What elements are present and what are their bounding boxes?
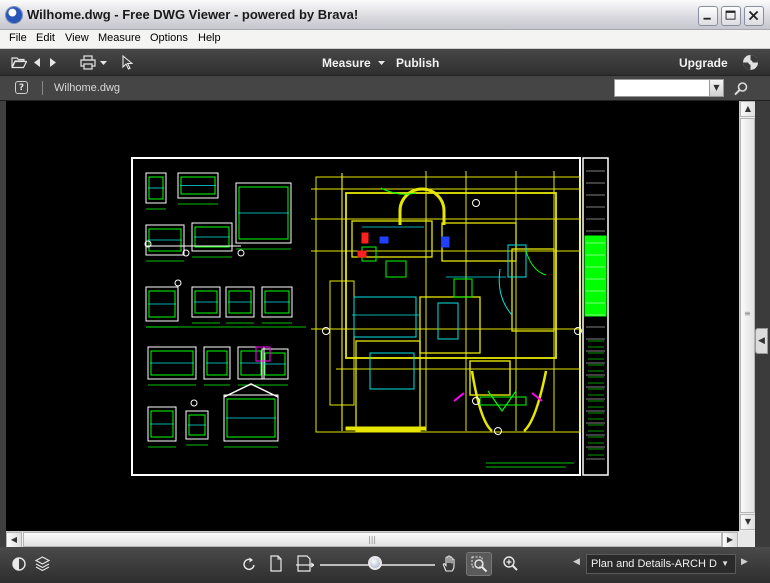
fixture xyxy=(453,278,473,298)
scroll-up-button[interactable]: ▲ xyxy=(740,101,756,117)
maximize-button[interactable] xyxy=(721,6,741,26)
measure-dropdown-icon[interactable] xyxy=(378,61,385,65)
fit-width-icon[interactable] xyxy=(296,555,314,572)
fixture-accent xyxy=(357,250,367,258)
document-bar: ? Wilhome.dwg ▼ xyxy=(0,76,770,101)
interior-line xyxy=(437,302,459,340)
measure-menu-button[interactable]: Measure xyxy=(322,56,371,70)
wall xyxy=(345,426,427,431)
room xyxy=(441,222,517,262)
fixture-accent xyxy=(441,236,450,248)
forward-icon[interactable] xyxy=(49,58,56,67)
previous-layout-button[interactable]: ◀ xyxy=(573,557,580,567)
section-marker xyxy=(237,249,245,257)
upgrade-button[interactable]: Upgrade xyxy=(679,56,728,70)
layout-select[interactable]: Plan and Details-ARCH D ▼ xyxy=(586,554,736,574)
title-bar[interactable]: Wilhome.dwg - Free DWG Viewer - powered … xyxy=(0,0,770,30)
search-icon[interactable] xyxy=(733,81,749,97)
contrast-icon[interactable] xyxy=(12,557,26,571)
room xyxy=(511,248,555,332)
menu-file[interactable]: File xyxy=(9,32,27,44)
search-input[interactable] xyxy=(614,79,710,97)
menu-bar: File Edit View Measure Options Help xyxy=(0,30,770,49)
porch-roof xyxy=(487,390,517,413)
minimize-icon xyxy=(703,17,711,20)
fixture-accent xyxy=(361,232,369,244)
search-dropdown-button[interactable]: ▼ xyxy=(709,79,724,97)
porch-step xyxy=(479,396,527,406)
page-icon[interactable] xyxy=(270,555,282,572)
next-layout-button[interactable]: ▶ xyxy=(741,557,748,567)
section-marker xyxy=(174,279,182,287)
side-panel-toggle[interactable]: ◀ xyxy=(755,328,768,354)
menu-edit[interactable]: Edit xyxy=(36,32,55,44)
back-icon[interactable] xyxy=(34,58,41,67)
wall xyxy=(345,192,557,359)
stair-curve xyxy=(498,268,513,316)
open-folder-icon[interactable] xyxy=(11,56,27,69)
zoom-slider-thumb[interactable] xyxy=(368,556,382,570)
fixture xyxy=(385,260,407,278)
menu-options[interactable]: Options xyxy=(150,32,188,44)
close-button[interactable] xyxy=(744,6,764,26)
print-dropdown-icon[interactable] xyxy=(100,61,107,65)
zoom-in-icon[interactable] xyxy=(502,555,518,572)
side-panel-strip xyxy=(755,101,770,547)
print-icon[interactable] xyxy=(80,55,96,70)
app-window: Wilhome.dwg - Free DWG Viewer - powered … xyxy=(0,0,770,583)
section-marker xyxy=(190,399,198,407)
document-tab-name[interactable]: Wilhome.dwg xyxy=(54,82,120,94)
rotate-icon[interactable] xyxy=(242,556,257,572)
zoom-window-button[interactable] xyxy=(466,552,492,576)
horizontal-scroll-thumb[interactable]: ||| xyxy=(23,532,722,547)
zoom-window-icon xyxy=(471,556,488,573)
thumb-grip: ≡ xyxy=(744,309,751,318)
close-icon xyxy=(748,10,759,21)
chevron-down-icon: ▼ xyxy=(721,559,729,568)
app-icon[interactable] xyxy=(6,7,22,23)
main-toolbar: Measure Publish Upgrade xyxy=(0,49,770,76)
menu-help[interactable]: Help xyxy=(198,32,221,44)
cad-drawing xyxy=(131,157,609,476)
scroll-down-button[interactable]: ▼ xyxy=(740,514,756,530)
grid-bubble xyxy=(472,199,480,207)
drawing-canvas[interactable] xyxy=(6,101,739,531)
publish-button[interactable]: Publish xyxy=(396,56,439,70)
fixture-accent xyxy=(379,236,389,244)
layout-select-value: Plan and Details-ARCH D xyxy=(591,558,717,570)
pan-hand-icon[interactable] xyxy=(442,555,457,573)
room xyxy=(419,296,481,354)
menu-measure[interactable]: Measure xyxy=(98,32,141,44)
scroll-corner xyxy=(739,531,755,547)
menu-view[interactable]: View xyxy=(65,32,89,44)
vertical-scrollbar[interactable]: ▲ ≡ ▼ xyxy=(739,101,756,531)
bottom-toolbar: ◀ Plan and Details-ARCH D ▼ ▶ xyxy=(0,547,770,583)
layers-icon[interactable] xyxy=(35,556,50,572)
scroll-right-button[interactable]: ▶ xyxy=(722,532,738,548)
scroll-left-button[interactable]: ◀ xyxy=(6,532,22,548)
maximize-icon xyxy=(725,10,736,20)
window-title: Wilhome.dwg - Free DWG Viewer - powered … xyxy=(27,7,359,22)
brava-logo-icon[interactable] xyxy=(742,54,759,71)
horizontal-scrollbar[interactable]: ◀ ||| ▶ xyxy=(6,531,739,548)
help-icon[interactable]: ? xyxy=(15,81,28,94)
minimize-button[interactable] xyxy=(698,6,718,26)
select-arrow-icon[interactable] xyxy=(122,55,133,70)
vertical-scroll-thumb[interactable]: ≡ xyxy=(740,118,755,513)
interior-line xyxy=(353,296,417,338)
room xyxy=(355,340,421,432)
title-block-fill xyxy=(584,235,607,317)
divider xyxy=(42,81,43,95)
grid-bubble xyxy=(494,427,502,435)
thumb-grip: ||| xyxy=(368,535,377,544)
